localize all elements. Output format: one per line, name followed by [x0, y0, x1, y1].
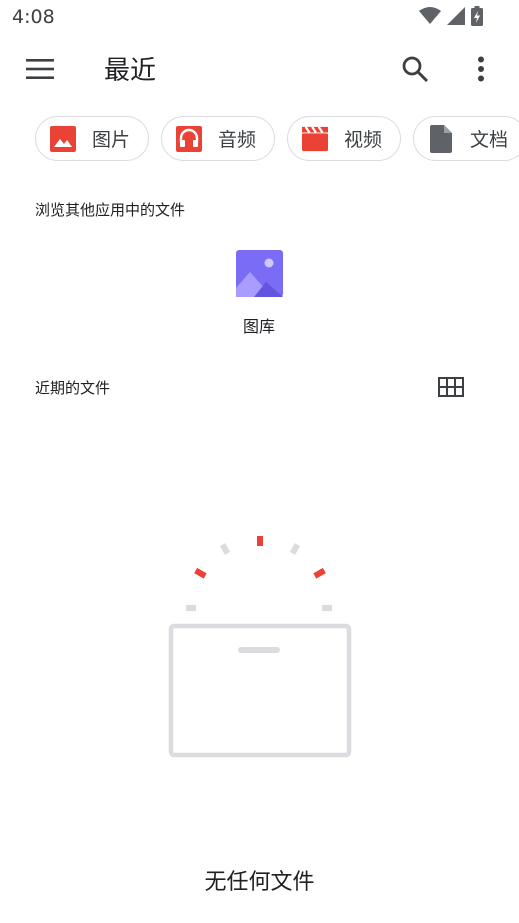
chip-documents[interactable]: 文档: [413, 116, 519, 161]
grid-view-toggle[interactable]: [436, 374, 466, 400]
battery-charging-icon: [471, 6, 483, 26]
menu-icon: [26, 59, 54, 79]
status-bar: 4:08: [0, 0, 519, 36]
chip-label: 视频: [344, 129, 383, 151]
gallery-icon: [235, 250, 283, 297]
grid-view-icon: [438, 377, 464, 397]
document-icon: [428, 124, 454, 153]
signal-icon: [447, 7, 465, 25]
empty-state-text: 无任何文件: [204, 870, 315, 895]
app-bar: 最近: [0, 36, 519, 104]
gallery-label: 图库: [242, 317, 275, 336]
search-button[interactable]: [398, 52, 432, 86]
more-options-button[interactable]: [466, 52, 496, 86]
search-icon: [402, 56, 429, 83]
chip-label: 文档: [470, 129, 509, 151]
status-icons: [419, 6, 483, 26]
headphones-icon: [176, 125, 203, 152]
chip-images[interactable]: 图片: [35, 116, 150, 161]
chip-audio[interactable]: 音频: [161, 116, 276, 161]
empty-state-illustration: [168, 536, 352, 758]
chip-label: 图片: [92, 129, 131, 151]
more-vert-icon: [478, 56, 484, 82]
recent-section-label: 近期的文件: [35, 379, 111, 397]
status-time: 4:08: [12, 6, 55, 28]
chip-label: 音频: [218, 129, 257, 151]
page-title: 最近: [104, 56, 157, 86]
browse-section-label: 浏览其他应用中的文件: [35, 201, 186, 219]
image-icon: [50, 125, 76, 152]
category-chips: 图片 音频 视频 文档: [35, 116, 519, 161]
gallery-app-item[interactable]: 图库: [225, 250, 293, 337]
clapperboard-icon: [302, 125, 329, 152]
chip-videos[interactable]: 视频: [287, 116, 402, 161]
menu-button[interactable]: [22, 54, 58, 84]
wifi-icon: [419, 7, 441, 24]
